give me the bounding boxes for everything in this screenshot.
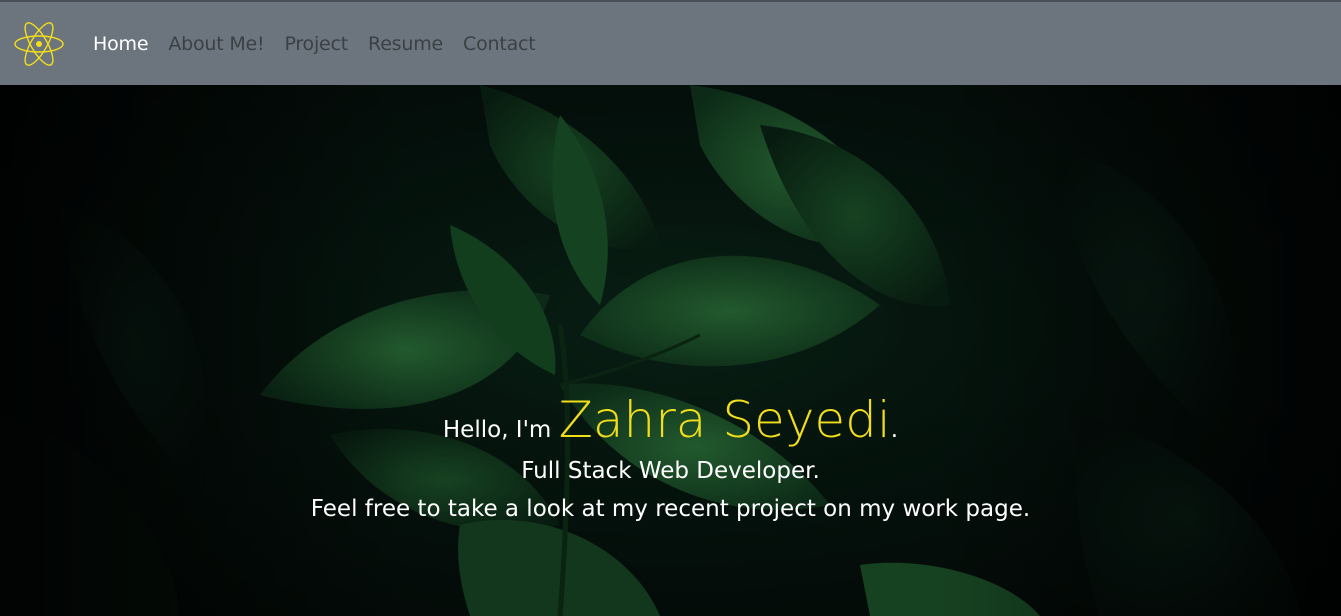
hero-greeting-line: Hello, I'm Zahra Seyedi. bbox=[0, 390, 1341, 460]
hero-tagline: Feel free to take a look at my recent pr… bbox=[310, 496, 1031, 522]
navbar: Home About Me! Project Resume Contact bbox=[0, 0, 1341, 85]
hero-name-suffix: . bbox=[890, 417, 899, 443]
nav-about-link[interactable]: About Me! bbox=[168, 33, 264, 55]
nav-contact-link[interactable]: Contact bbox=[463, 33, 536, 55]
nav-menu: Home About Me! Project Resume Contact bbox=[93, 33, 556, 55]
hero-section: Hello, I'm Zahra Seyedi. Full Stack Web … bbox=[0, 85, 1341, 616]
nav-project-link[interactable]: Project bbox=[284, 33, 348, 55]
hero-background-image bbox=[0, 85, 1341, 616]
nav-home-link[interactable]: Home bbox=[93, 33, 149, 55]
atom-icon[interactable] bbox=[13, 20, 65, 68]
hero-greeting: Hello, I'm bbox=[442, 417, 552, 443]
hero-text: Hello, I'm Zahra Seyedi. Full Stack Web … bbox=[0, 390, 1341, 528]
nav-resume-link[interactable]: Resume bbox=[368, 33, 443, 55]
page: Home About Me! Project Resume Contact He… bbox=[0, 0, 1341, 616]
hero-name: Zahra Seyedi bbox=[558, 391, 891, 449]
